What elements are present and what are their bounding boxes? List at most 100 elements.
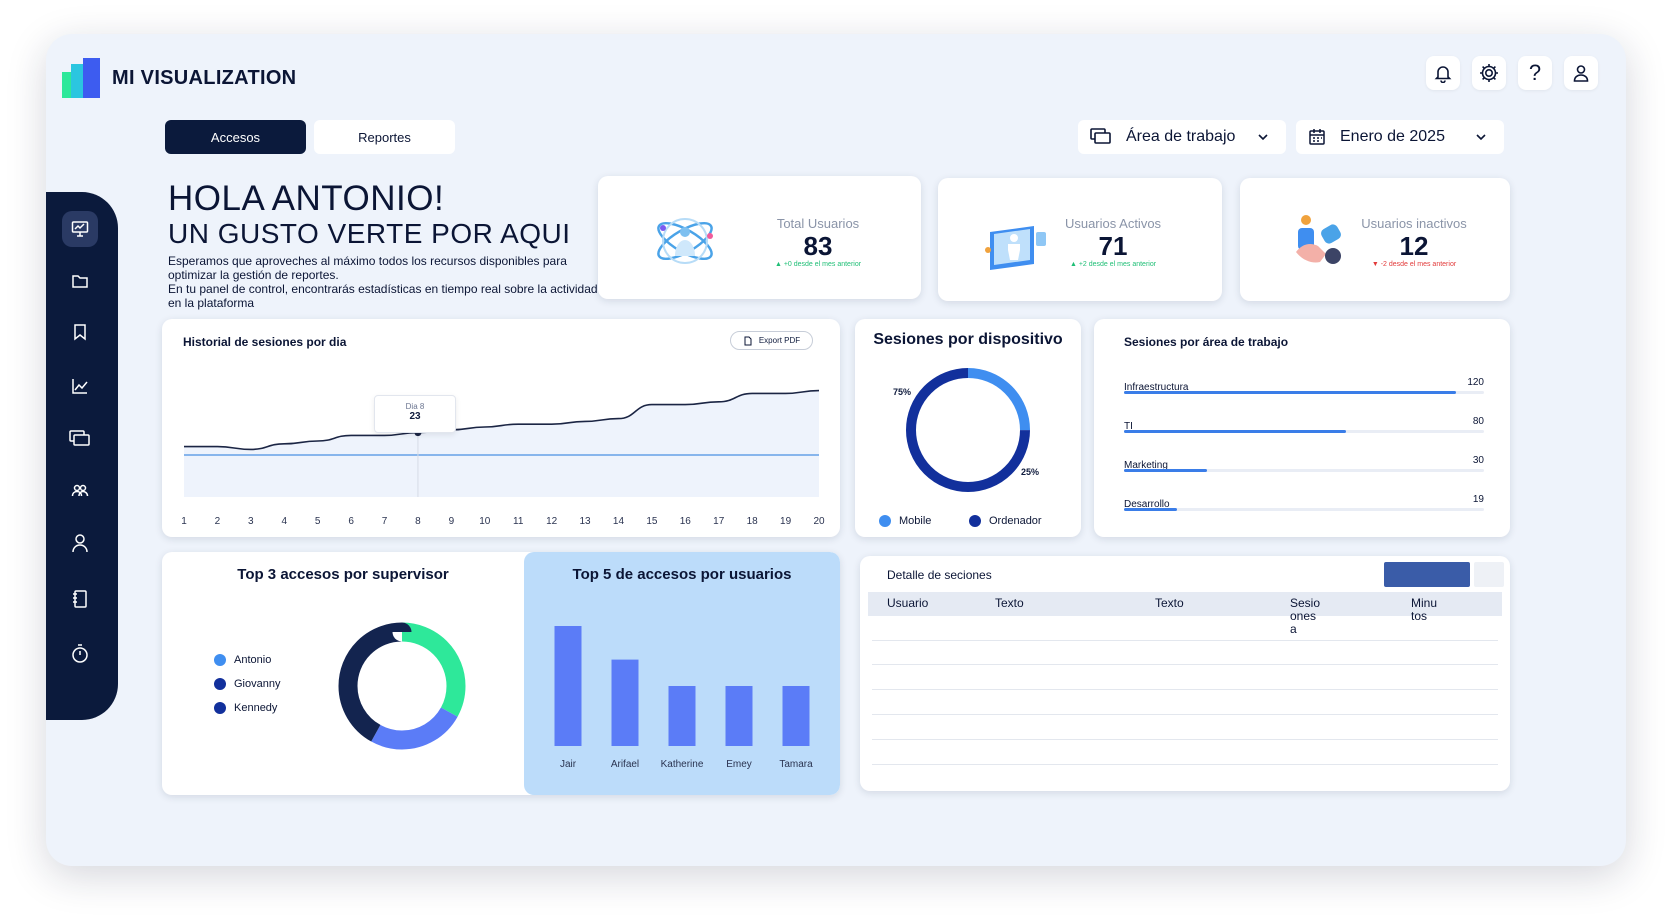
workspace-row-bar xyxy=(1124,469,1208,472)
chart-tooltip: Dia 8 23 xyxy=(374,395,456,433)
table-row xyxy=(872,689,1498,690)
table-row xyxy=(872,764,1498,765)
x-tick-label: 11 xyxy=(513,516,524,527)
workspace-row-bar xyxy=(1124,508,1177,511)
x-tick-label: 16 xyxy=(680,516,692,527)
detail-action-button[interactable] xyxy=(1384,562,1470,587)
triangle-up-icon: ▲ xyxy=(1069,261,1079,268)
device-donut-chart xyxy=(906,368,1030,492)
user-icon[interactable] xyxy=(1564,56,1598,90)
workspace-row-track xyxy=(1124,469,1484,472)
folder-icon xyxy=(72,275,88,288)
help-icon[interactable]: ? xyxy=(1518,56,1552,90)
stat-card-total-users: Total Usuarios 83 ▲ +0 desde el mes ante… xyxy=(598,176,921,299)
stat-delta: ▼ -2 desde el mes anterior xyxy=(1358,261,1470,268)
app-window: MI VISUALIZATION ? Accesos Reportes Área… xyxy=(46,34,1626,866)
x-tick-label: 4 xyxy=(281,516,287,527)
sidebar-item-line-chart[interactable] xyxy=(62,368,98,404)
triangle-up-icon: ▲ xyxy=(774,261,784,268)
app-title: MI VISUALIZATION xyxy=(112,66,297,89)
stat-delta: ▲ +0 desde el mes anterior xyxy=(768,261,868,268)
workspace-row-track xyxy=(1124,430,1484,433)
bell-icon[interactable] xyxy=(1426,56,1460,90)
table-row xyxy=(872,714,1498,715)
stat-delta-text: -2 desde el mes anterior xyxy=(1380,261,1457,268)
legend-dot xyxy=(969,515,981,527)
x-tick-label: 10 xyxy=(479,516,491,527)
bar xyxy=(782,686,810,746)
sidebar-item-bookmark[interactable] xyxy=(62,314,98,350)
legend-label: Ordenador xyxy=(989,515,1042,527)
stat-card-active-users: Usuarios Activos 71 ▲ +2 desde el mes an… xyxy=(938,178,1222,301)
dashboard-screen-icon xyxy=(985,226,1046,270)
column-header: Texto xyxy=(995,596,1024,610)
workspace-row-value: 120 xyxy=(1467,377,1484,388)
sidebar-item-screens[interactable] xyxy=(62,421,98,457)
workspace-row-track xyxy=(1124,508,1484,511)
x-tick-label: 18 xyxy=(747,516,759,527)
stat-value: 71 xyxy=(1098,231,1128,261)
stat-value: 12 xyxy=(1399,231,1429,261)
x-tick-label: 14 xyxy=(613,516,625,527)
chevron-down-icon xyxy=(1258,134,1268,141)
workspace-row: TI 80 xyxy=(1124,416,1484,434)
stat-card-inactive-users: Usuarios inactivos 12 ▼ -2 desde el mes … xyxy=(1240,178,1510,301)
x-tick-label: 12 xyxy=(546,516,558,527)
stat-delta-text: +2 desde el mes anterior xyxy=(1078,261,1157,268)
history-card: Historial de sesiones por dia Export PDF… xyxy=(162,319,840,537)
bar-label: Jair xyxy=(560,759,577,770)
greeting-subtitle: UN GUSTO VERTE POR AQUI xyxy=(168,218,571,249)
workspace-select[interactable]: Área de trabajo xyxy=(1078,120,1286,154)
bar xyxy=(554,626,582,746)
date-select-value: Enero de 2025 xyxy=(1340,128,1445,145)
stat-delta: ▲ +2 desde el mes anterior xyxy=(1048,261,1178,268)
bar-label: Arifael xyxy=(611,759,639,770)
logo: MI VISUALIZATION xyxy=(62,58,296,98)
greeting: HOLA ANTONIO! UN GUSTO VERTE POR AQUI Es… xyxy=(168,179,598,311)
column-header: Minu tos xyxy=(1411,596,1438,623)
table-row xyxy=(872,739,1498,740)
column-header: Sesio ones a xyxy=(1290,596,1321,636)
tab-reportes[interactable]: Reportes xyxy=(314,120,455,154)
workspace-row: Desarrollo 19 xyxy=(1124,494,1484,512)
bar-label: Emey xyxy=(726,759,752,770)
workspace-row: Infraestructura 120 xyxy=(1124,377,1484,395)
x-tick-label: 17 xyxy=(713,516,725,527)
workspace-row: Marketing 30 xyxy=(1124,455,1484,473)
stat-value: 83 xyxy=(803,231,833,261)
tooltip-value: 23 xyxy=(409,411,421,422)
history-line-chart: 1 2 3 4 5 6 7 8 9 10 11 12 13 14 15 16 17 18 19 20 xyxy=(181,389,825,527)
sidebar-item-notebook[interactable] xyxy=(62,581,98,617)
workspace-select-value: Área de trabajo xyxy=(1126,128,1236,145)
user-icon xyxy=(72,534,88,553)
atom-icon xyxy=(657,218,713,264)
sidebar-item-users[interactable] xyxy=(62,472,98,508)
x-tick-label: 2 xyxy=(215,516,221,527)
sidebar-item-timer[interactable] xyxy=(62,636,98,672)
tooltip-label: Dia 8 xyxy=(405,402,425,411)
x-tick-label: 9 xyxy=(449,516,455,527)
greeting-title: HOLA ANTONIO! xyxy=(168,179,445,218)
triangle-down-icon: ▼ xyxy=(1371,261,1381,268)
sidebar-item-presentation[interactable] xyxy=(62,211,98,247)
tab-accesos[interactable]: Accesos xyxy=(165,120,306,154)
presentation-icon xyxy=(71,221,89,237)
sidebar-item-folder[interactable] xyxy=(62,263,98,299)
device-label-b: 25% xyxy=(1021,467,1040,477)
bookmark-icon xyxy=(74,324,86,341)
x-tick-label: 13 xyxy=(579,516,591,527)
screens-icon xyxy=(1090,128,1111,144)
screens-icon xyxy=(69,430,90,446)
legend-label: Mobile xyxy=(899,515,932,527)
notebook-icon xyxy=(73,590,87,608)
date-select[interactable]: Enero de 2025 xyxy=(1296,120,1504,154)
top-users-bar-chart: Jair Arifael Katherine Emey Tamara xyxy=(554,626,813,770)
greeting-body-1: Esperamos que aproveches al máximo todos… xyxy=(168,254,567,282)
top-users-panel: Top 5 de accesos por usuarios Jair Arifae… xyxy=(524,552,840,795)
stat-label: Total Usuarios xyxy=(776,216,860,231)
workspace-row-track xyxy=(1124,391,1484,394)
bar xyxy=(611,659,639,746)
sidebar-item-user[interactable] xyxy=(62,525,98,561)
detail-secondary-button[interactable] xyxy=(1474,562,1504,587)
gear-icon[interactable] xyxy=(1472,56,1506,90)
